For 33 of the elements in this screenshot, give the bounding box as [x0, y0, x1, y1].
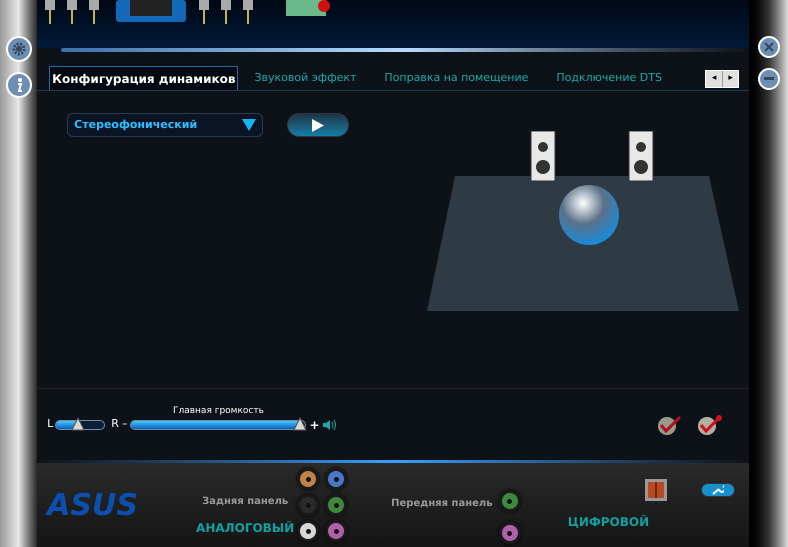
tab[interactable]: Поправка на помещение: [372, 66, 540, 90]
settings-icon[interactable]: [6, 36, 32, 62]
dropdown-caret-icon: [242, 119, 256, 131]
tab-scroll-right-button[interactable]: ▸: [722, 71, 738, 87]
tab[interactable]: Подключение DTS: [544, 66, 674, 90]
speaker-volume-icon: [322, 418, 337, 430]
master-volume-label: Главная громкость: [172, 404, 264, 418]
door-icon[interactable]: [645, 479, 668, 501]
digital-label: ЦИФРОВОЙ: [568, 514, 650, 531]
tab[interactable]: Конфигурация динамиков: [49, 66, 238, 90]
analog-label: АНАЛОГОВЫЙ: [196, 520, 294, 536]
play-button[interactable]: [287, 113, 350, 137]
close-icon[interactable]: [758, 36, 780, 58]
asus-logo: ASUS: [47, 486, 139, 524]
tab[interactable]: Звуковой эффект: [242, 66, 368, 90]
slider-thumb-icon[interactable]: [293, 417, 308, 432]
volume-minus-label: –: [122, 416, 128, 432]
master-volume-slider[interactable]: [130, 420, 306, 430]
speaker-config-dropdown[interactable]: Стереофонический: [67, 113, 264, 137]
minimize-icon[interactable]: [758, 68, 780, 90]
balance-slider[interactable]: [55, 420, 106, 430]
play-icon: [312, 118, 324, 132]
checkmark-icon[interactable]: [657, 414, 682, 436]
front-panel-label: Передняя панель: [391, 496, 493, 510]
tab-scroll-left-button[interactable]: ◂: [706, 71, 722, 87]
checkmark-wrench-icon[interactable]: [697, 414, 724, 436]
balance-right-label: R: [111, 416, 119, 432]
wrench-button[interactable]: [701, 483, 736, 497]
slider-thumb-icon[interactable]: [70, 416, 85, 430]
volume-plus-label: +: [309, 416, 320, 434]
rear-panel-label: Задняя панель: [202, 494, 288, 508]
info-icon[interactable]: [6, 72, 32, 98]
balance-left-label: L: [47, 416, 54, 432]
